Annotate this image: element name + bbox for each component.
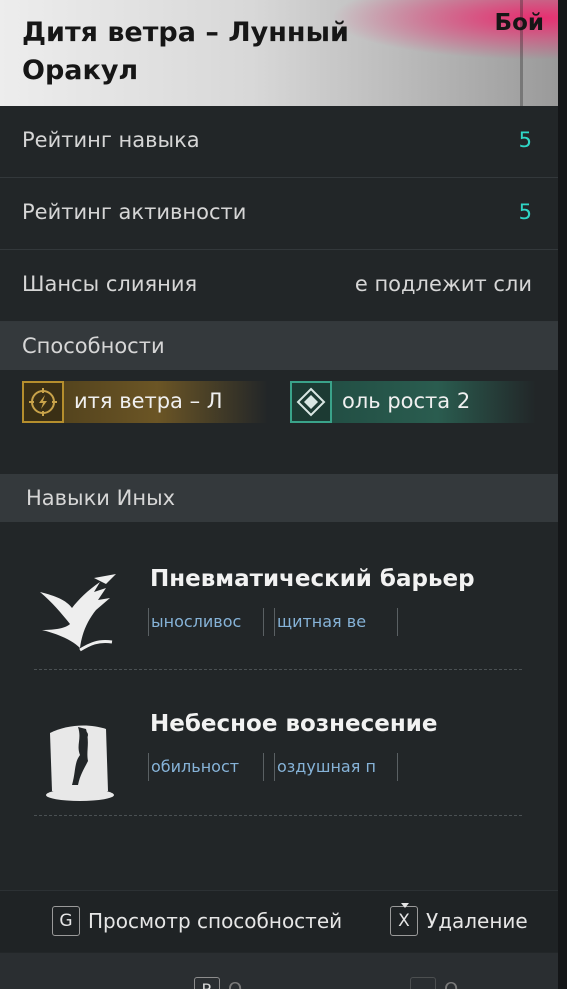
ability-name: оль роста 2	[342, 389, 471, 413]
diamond-icon	[290, 381, 332, 423]
key-x: X	[390, 903, 418, 936]
stat-label: Рейтинг активности	[22, 200, 247, 224]
skill-tag: обильност	[148, 753, 264, 781]
skill-name: Небесное вознесение	[150, 711, 438, 737]
wind-barrier-icon	[40, 574, 116, 652]
character-panel: Дитя ветра – Лунный Оракул Бой Рейтинг н…	[0, 0, 558, 989]
divider	[34, 669, 522, 670]
view-abilities-button[interactable]: G Просмотр способностей	[52, 906, 342, 936]
ability-name: итя ветра – Л	[74, 389, 223, 413]
stat-row-skill-rating: Рейтинг навыка 5	[0, 106, 558, 178]
section-other-skills: Навыки Иных	[0, 474, 558, 522]
bottom-label: О	[444, 979, 458, 989]
key-indicator-icon	[401, 903, 409, 908]
section-title: Способности	[22, 334, 165, 358]
section-abilities: Способности	[0, 322, 558, 370]
key-g: G	[52, 906, 80, 936]
remove-button[interactable]: X Удаление	[390, 903, 528, 936]
key-secondary[interactable]	[410, 977, 436, 989]
hint-label: Просмотр способностей	[88, 909, 343, 933]
divider	[34, 815, 522, 816]
ascension-icon	[46, 725, 114, 801]
type-badge: Бой	[494, 10, 544, 36]
ability-chip-1[interactable]: итя ветра – Л	[22, 381, 268, 423]
stat-row-fusion-chance: Шансы слияния е подлежит сли	[0, 250, 558, 322]
stat-label: Рейтинг навыка	[22, 128, 200, 152]
skill-item[interactable]: Небесное вознесение обильност оздушная п	[0, 705, 558, 825]
stat-value: 5	[518, 200, 532, 224]
page-title: Дитя ветра – Лунный Оракул	[22, 17, 349, 86]
stat-value: 5	[518, 128, 532, 152]
header: Дитя ветра – Лунный Оракул Бой	[0, 0, 558, 106]
skill-tags: ыносливос щитная ве	[148, 608, 408, 636]
skill-item[interactable]: Пневматический барьер ыносливос щитная в…	[0, 560, 558, 680]
stat-row-activity-rating: Рейтинг активности 5	[0, 178, 558, 250]
stat-label: Шансы слияния	[22, 272, 198, 296]
skill-tags: обильност оздушная п	[148, 753, 408, 781]
ability-chip-2[interactable]: оль роста 2	[290, 381, 536, 423]
stat-value: е подлежит сли	[354, 272, 532, 296]
hint-label: Удаление	[426, 909, 528, 933]
skill-tag: оздушная п	[274, 753, 398, 781]
section-title: Навыки Иных	[26, 486, 176, 510]
lightning-circle-icon	[22, 381, 64, 423]
key-r[interactable]: R	[194, 977, 220, 989]
skill-tag: щитная ве	[274, 608, 398, 636]
key-letter: X	[398, 911, 410, 931]
bottom-label: О	[228, 979, 242, 989]
action-footer: G Просмотр способностей X Удаление	[0, 890, 558, 952]
bottom-bar: R О О	[0, 953, 558, 989]
skill-tag: ыносливос	[148, 608, 264, 636]
side-scrollbar[interactable]	[558, 0, 567, 989]
skill-name: Пневматический барьер	[150, 566, 475, 592]
